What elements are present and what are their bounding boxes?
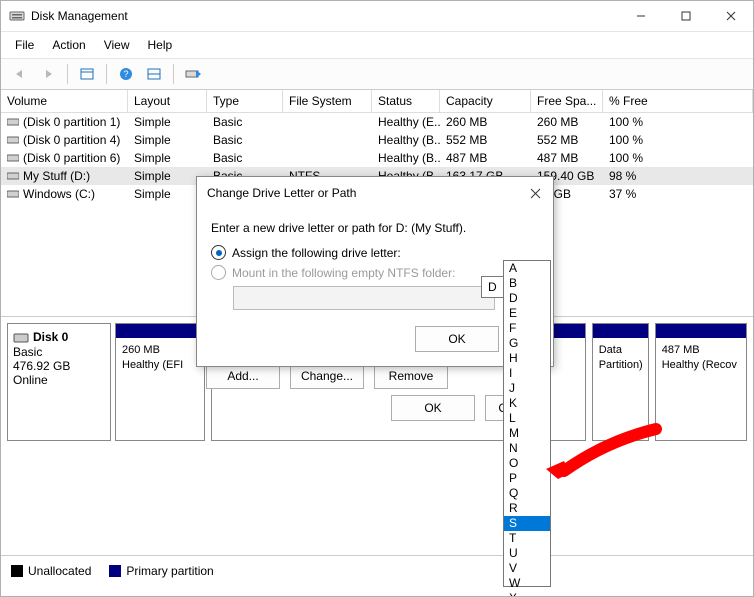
drive-letter-option[interactable]: X [504, 591, 550, 597]
disk-icon [13, 331, 29, 345]
col-filesystem[interactable]: File System [283, 90, 372, 112]
menu-action[interactable]: Action [44, 35, 93, 55]
drive-letter-option[interactable]: L [504, 411, 550, 426]
disk-state: Online [13, 373, 105, 387]
col-pctfree[interactable]: % Free [603, 90, 753, 112]
dialog-title: Change Drive Letter or Path [207, 186, 527, 200]
partition-3[interactable]: 487 MBHealthy (Recov [655, 323, 747, 441]
col-status[interactable]: Status [372, 90, 440, 112]
mount-folder-radio[interactable] [211, 265, 226, 280]
change-drive-letter-dialog: Change Drive Letter or Path Enter a new … [196, 176, 554, 367]
drive-letter-option[interactable]: U [504, 546, 550, 561]
partition-2[interactable]: Data Partition) [592, 323, 649, 441]
drive-letter-option[interactable]: O [504, 456, 550, 471]
maximize-button[interactable] [663, 1, 708, 31]
col-capacity[interactable]: Capacity [440, 90, 531, 112]
legend-unallocated-swatch [11, 565, 23, 577]
help-icon[interactable]: ? [113, 62, 139, 86]
svg-text:?: ? [123, 69, 128, 79]
dialog-prompt: Enter a new drive letter or path for D: … [211, 221, 539, 235]
assign-letter-radio[interactable] [211, 245, 226, 260]
drive-letter-option[interactable]: G [504, 336, 550, 351]
close-button[interactable] [708, 1, 753, 31]
drive-letter-option[interactable]: P [504, 471, 550, 486]
drive-letter-option[interactable]: Q [504, 486, 550, 501]
disk-info-panel[interactable]: Disk 0 Basic 476.92 GB Online [7, 323, 111, 441]
disk-management-window: Disk Management File Action View Help ? … [0, 0, 754, 597]
menubar: File Action View Help [1, 32, 753, 59]
volume-grid-header: Volume Layout Type File System Status Ca… [1, 90, 753, 113]
drive-letter-option[interactable]: B [504, 276, 550, 291]
drive-letter-option[interactable]: W [504, 576, 550, 591]
drive-letter-option[interactable]: E [504, 306, 550, 321]
table-row[interactable]: (Disk 0 partition 6)SimpleBasicHealthy (… [1, 149, 753, 167]
drive-letter-option[interactable]: H [504, 351, 550, 366]
details-view-icon[interactable] [74, 62, 100, 86]
col-layout[interactable]: Layout [128, 90, 207, 112]
drive-letter-option[interactable]: J [504, 381, 550, 396]
col-volume[interactable]: Volume [1, 90, 128, 112]
col-type[interactable]: Type [207, 90, 283, 112]
assign-letter-label: Assign the following drive letter: [232, 246, 401, 260]
drive-letter-option[interactable]: F [504, 321, 550, 336]
table-row[interactable]: (Disk 0 partition 4)SimpleBasicHealthy (… [1, 131, 753, 149]
drive-letter-option[interactable]: N [504, 441, 550, 456]
toolbar: ? [1, 59, 753, 90]
drive-letter-option[interactable]: K [504, 396, 550, 411]
mount-folder-input [233, 286, 495, 310]
titlebar: Disk Management [1, 1, 753, 32]
drive-letter-dropdown[interactable]: ABDEFGHIJKLMNOPQRSTUVWXYZ [503, 260, 551, 587]
drive-letter-option[interactable]: T [504, 531, 550, 546]
forward-button [35, 62, 61, 86]
drive-letter-option[interactable]: D [504, 291, 550, 306]
disk-size: 476.92 GB [13, 359, 105, 373]
dialog-ok-button[interactable]: OK [415, 326, 499, 352]
disk-label: Disk 0 [33, 330, 68, 344]
col-freespace[interactable]: Free Spa... [531, 90, 603, 112]
back-button [7, 62, 33, 86]
partition-0[interactable]: 260 MBHealthy (EFI [115, 323, 205, 441]
parent-ok-button[interactable]: OK [391, 395, 475, 421]
app-icon [9, 8, 25, 24]
legend-primary-swatch [109, 565, 121, 577]
table-row[interactable]: (Disk 0 partition 1)SimpleBasicHealthy (… [1, 113, 753, 131]
menu-help[interactable]: Help [140, 35, 181, 55]
drive-letter-option[interactable]: I [504, 366, 550, 381]
window-title: Disk Management [31, 9, 618, 23]
drive-letter-selected: D [488, 280, 497, 294]
drive-letter-option[interactable]: V [504, 561, 550, 576]
dialog-close-button[interactable] [527, 185, 543, 201]
minimize-button[interactable] [618, 1, 663, 31]
drive-letter-option[interactable]: R [504, 501, 550, 516]
mount-folder-label: Mount in the following empty NTFS folder… [232, 266, 455, 280]
legend: Unallocated Primary partition [1, 555, 753, 586]
disk-type: Basic [13, 345, 105, 359]
action-icon[interactable] [180, 62, 206, 86]
menu-file[interactable]: File [7, 35, 42, 55]
drive-letter-option[interactable]: S [504, 516, 550, 531]
list-view-icon[interactable] [141, 62, 167, 86]
drive-letter-option[interactable]: M [504, 426, 550, 441]
drive-letter-option[interactable]: A [504, 261, 550, 276]
menu-view[interactable]: View [96, 35, 138, 55]
